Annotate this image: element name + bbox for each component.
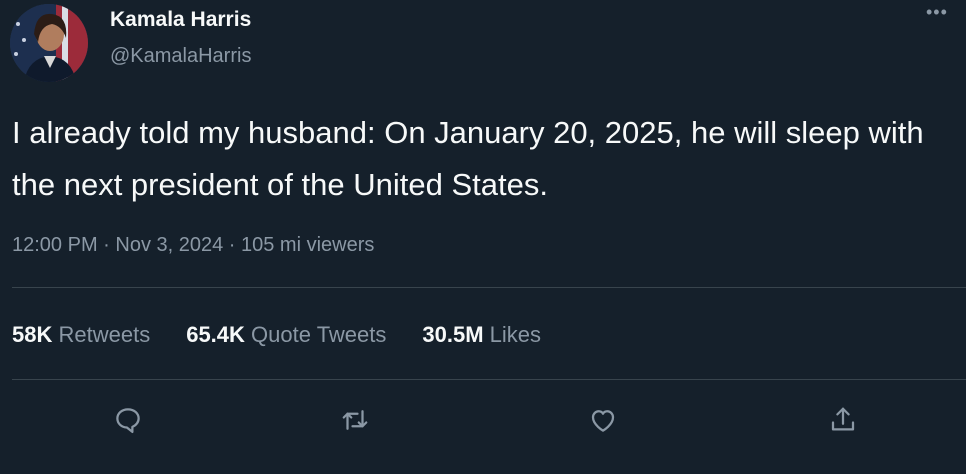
tweet-stats: 58K Retweets 65.4K Quote Tweets 30.5M Li… [12, 322, 577, 348]
author-handle[interactable]: @KamalaHarris [110, 45, 251, 68]
likes-label: Likes [489, 322, 542, 347]
quote-tweets-label: Quote Tweets [251, 322, 387, 347]
share-button[interactable] [823, 400, 863, 440]
reply-icon [116, 408, 140, 433]
share-icon [831, 407, 855, 431]
quote-tweets-count: 65.4K [186, 322, 245, 347]
avatar[interactable] [10, 4, 88, 82]
likes-count: 30.5M [422, 322, 484, 347]
divider [12, 379, 966, 380]
tweet-timestamp[interactable]: 12:00 PM · Nov 3, 2024 · 105 mi viewers [12, 234, 374, 257]
retweets-stat[interactable]: 58K Retweets [12, 322, 150, 348]
more-options-icon[interactable]: ••• [926, 2, 948, 23]
author-name[interactable]: Kamala Harris [110, 8, 251, 32]
like-button[interactable] [583, 400, 623, 440]
quote-tweets-stat[interactable]: 65.4K Quote Tweets [186, 322, 386, 348]
retweet-icon [342, 410, 368, 430]
tweet-text: I already told my husband: On January 20… [12, 115, 924, 202]
like-icon [591, 410, 615, 432]
retweets-label: Retweets [58, 322, 151, 347]
retweets-count: 58K [12, 322, 53, 347]
likes-stat[interactable]: 30.5M Likes [422, 322, 541, 348]
divider [12, 287, 966, 288]
reply-button[interactable] [108, 400, 148, 440]
tweet-card: Kamala Harris @KamalaHarris ••• I alread… [0, 0, 966, 474]
retweet-button[interactable] [335, 400, 375, 440]
